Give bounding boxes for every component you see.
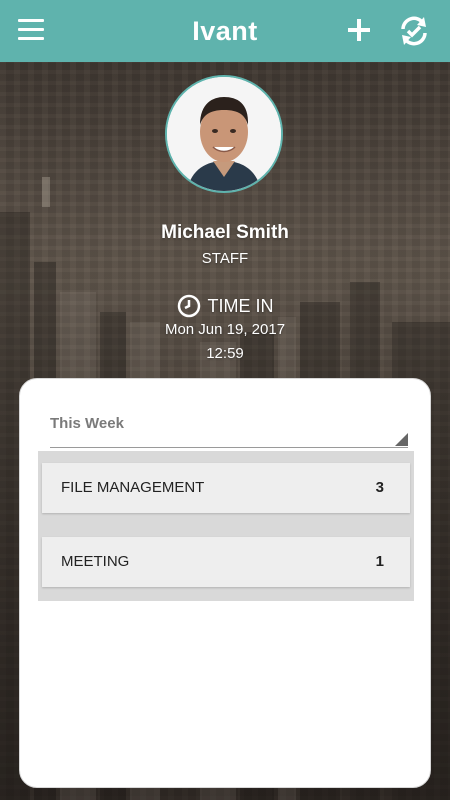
profile-role: STAFF bbox=[201, 250, 249, 267]
add-button[interactable] bbox=[346, 17, 372, 45]
sync-check-icon bbox=[401, 16, 427, 46]
profile-photo bbox=[167, 77, 281, 191]
period-dropdown-value: This Week bbox=[50, 415, 124, 432]
activity-count: 1 bbox=[375, 553, 384, 570]
list-item[interactable]: MEETING 1 bbox=[42, 537, 410, 587]
app-header: Ivant bbox=[0, 0, 450, 62]
plus-icon bbox=[348, 19, 370, 41]
sync-button[interactable] bbox=[397, 14, 431, 48]
list-item[interactable]: FILE MANAGEMENT 3 bbox=[42, 463, 410, 513]
activity-name: FILE MANAGEMENT bbox=[61, 479, 205, 496]
clock-icon bbox=[177, 294, 200, 318]
attendance-status: TIME IN bbox=[0, 294, 450, 318]
activity-count: 3 bbox=[375, 479, 384, 496]
activity-list: FILE MANAGEMENT 3 MEETING 1 bbox=[38, 451, 414, 601]
attendance-time: 12:59 bbox=[206, 345, 244, 362]
attendance-date: Mon Jun 19, 2017 bbox=[164, 321, 286, 338]
activity-name: MEETING bbox=[61, 553, 130, 570]
profile-name: Michael Smith bbox=[161, 222, 289, 243]
menu-icon bbox=[18, 19, 44, 22]
profile-avatar bbox=[165, 75, 283, 193]
period-dropdown[interactable]: This Week bbox=[50, 409, 408, 448]
menu-button[interactable] bbox=[18, 19, 44, 43]
app-title: Ivant bbox=[192, 15, 258, 46]
attendance-status-label: TIME IN bbox=[207, 295, 274, 316]
summary-card: This Week FILE MANAGEMENT 3 MEETING 1 bbox=[19, 378, 431, 788]
dropdown-arrow-icon bbox=[395, 433, 408, 446]
app-screen: Ivant Michael Smith STAFF TIME IN Mon Ju… bbox=[0, 0, 450, 800]
